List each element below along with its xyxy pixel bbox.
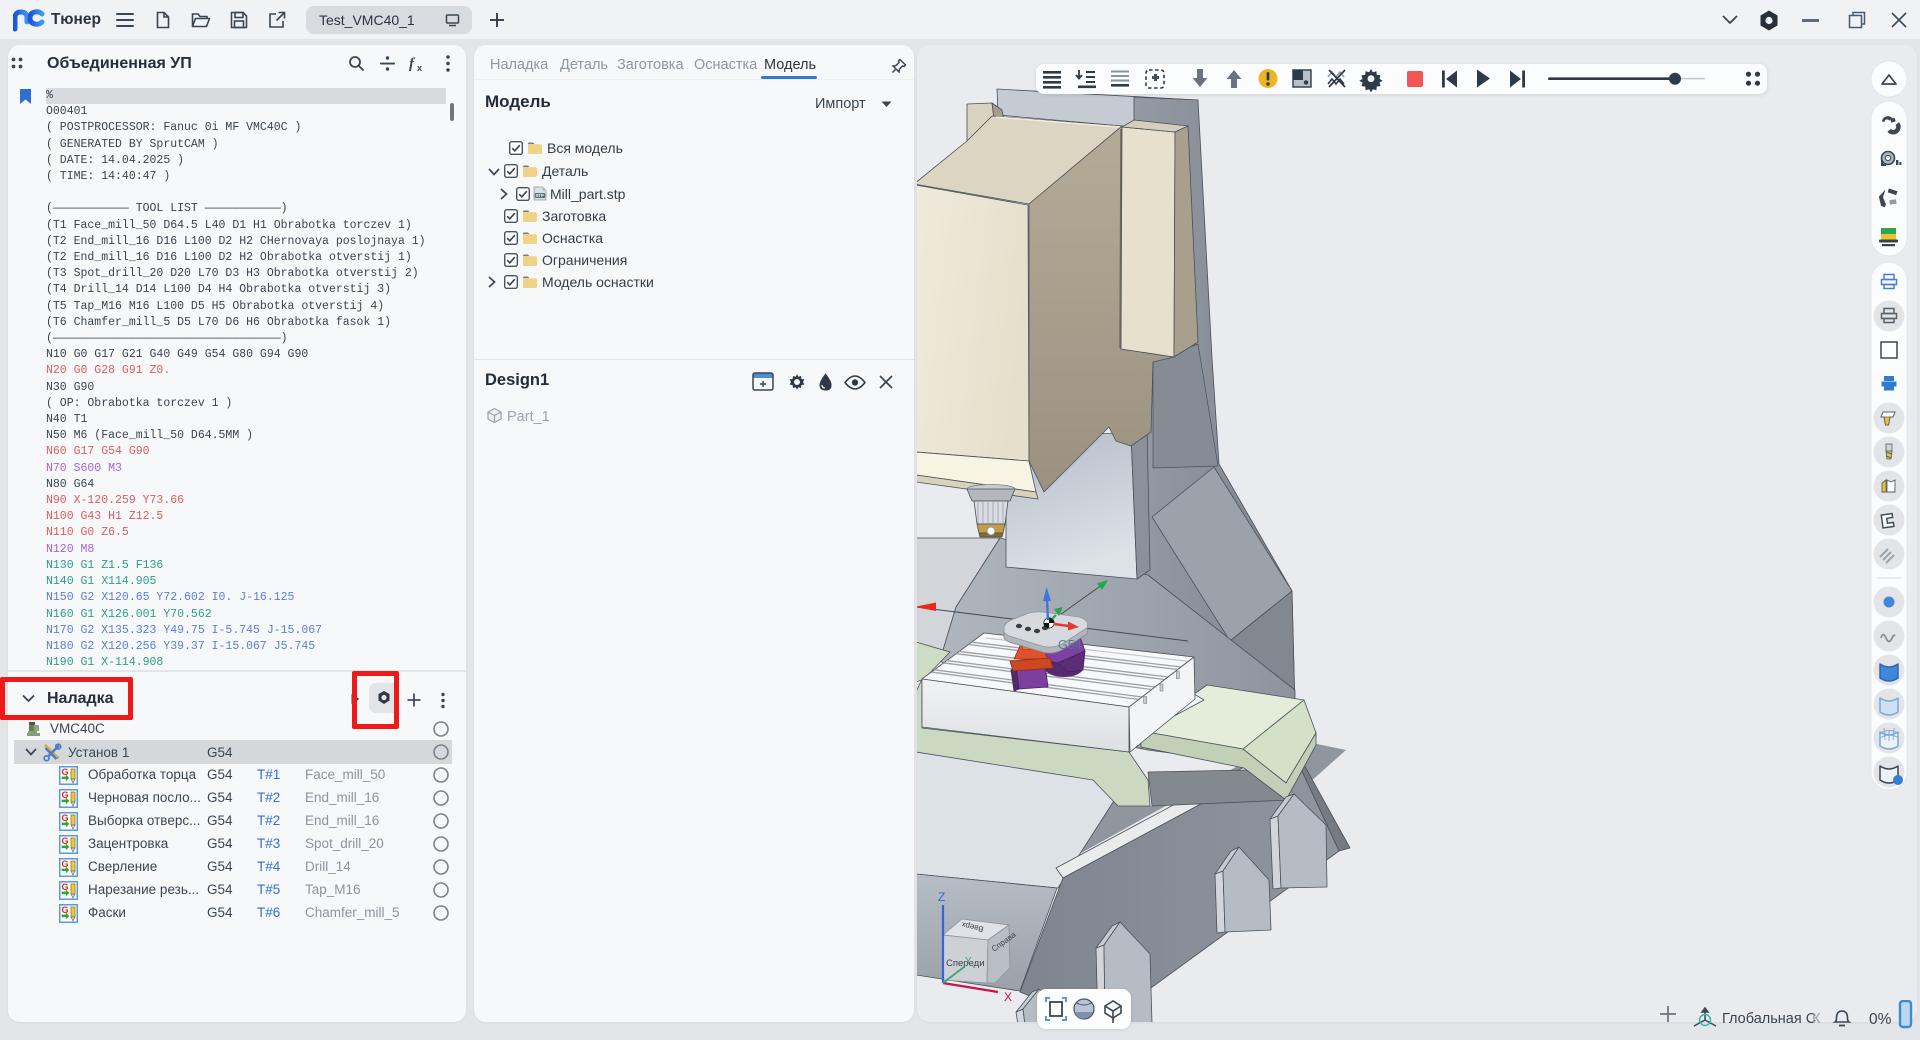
svg-text:К: К bbox=[1812, 1011, 1821, 1027]
svg-text:G: G bbox=[62, 836, 69, 846]
svg-text:Глобальная С: Глобальная С bbox=[1722, 1011, 1816, 1027]
svg-text:G: G bbox=[62, 790, 69, 800]
svg-text:0%: 0% bbox=[1869, 1011, 1892, 1028]
svg-text:Y: Y bbox=[965, 956, 972, 967]
svg-text:G54: G54 bbox=[1058, 638, 1082, 652]
svg-text:G: G bbox=[62, 905, 69, 915]
svg-text:STP: STP bbox=[536, 193, 544, 198]
svg-text:G: G bbox=[62, 813, 69, 823]
svg-text:G: G bbox=[62, 859, 69, 869]
svg-text:G: G bbox=[62, 882, 69, 892]
svg-text:X: X bbox=[1004, 990, 1012, 1004]
svg-text:G: G bbox=[62, 767, 69, 777]
svg-text:Z: Z bbox=[938, 890, 945, 904]
